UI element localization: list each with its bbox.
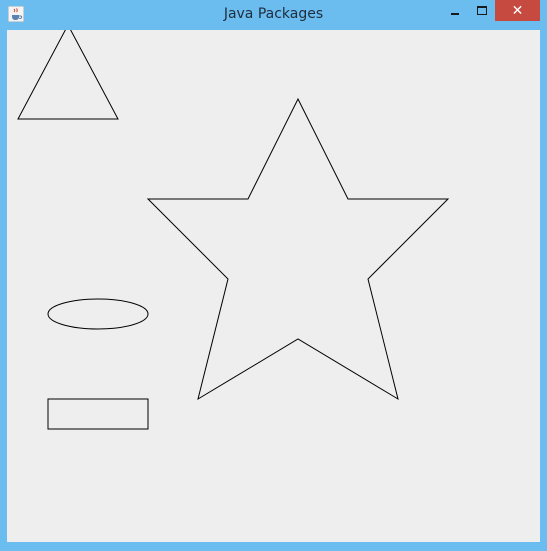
triangle-shape xyxy=(17,30,119,120)
title-bar[interactable]: Java Packages ✕ xyxy=(0,0,547,30)
ellipse-shape xyxy=(47,298,149,330)
star-shape xyxy=(146,97,450,401)
drawing-panel xyxy=(7,30,540,542)
shapes-canvas xyxy=(17,30,450,430)
close-button[interactable]: ✕ xyxy=(495,0,540,21)
minimize-icon xyxy=(451,12,459,15)
maximize-button[interactable] xyxy=(469,0,495,21)
close-icon: ✕ xyxy=(511,2,524,19)
maximize-icon xyxy=(477,6,487,15)
rectangle-shape xyxy=(47,398,149,430)
app-window: Java Packages ✕ xyxy=(0,0,547,551)
minimize-button[interactable] xyxy=(442,0,468,21)
